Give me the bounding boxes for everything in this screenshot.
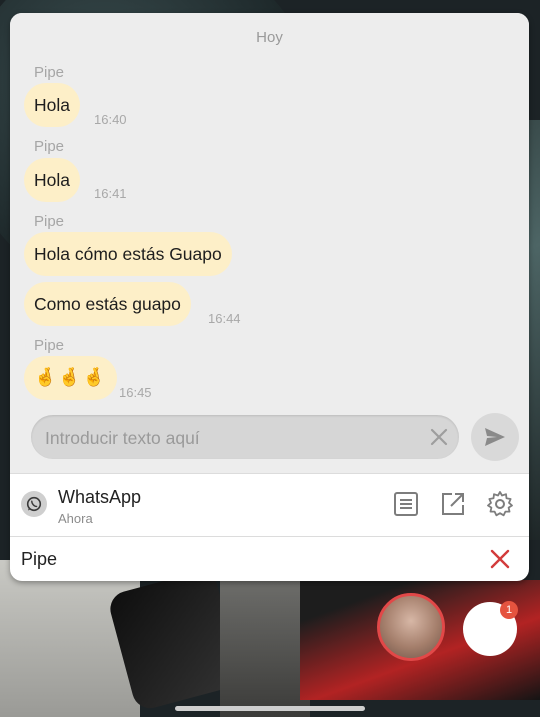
message-time: 16:40 [94, 112, 127, 127]
sender-name: Pipe [34, 64, 65, 81]
unread-badge: 1 [500, 601, 518, 619]
day-separator: Hoy [256, 29, 283, 46]
close-icon[interactable] [489, 548, 511, 570]
whatsapp-notification-popup: Hoy Pipe Hola 16:40 Pipe Hola 16:41 Pipe… [10, 13, 529, 581]
sender-name: Pipe [34, 337, 65, 354]
open-external-icon[interactable] [439, 490, 467, 518]
send-button[interactable] [471, 413, 519, 461]
message-bubble[interactable]: 🤞🤞🤞 [24, 356, 118, 400]
message-bubble[interactable]: Hola [24, 158, 80, 202]
notification-time: Ahora [58, 511, 93, 526]
message-time: 16:44 [208, 311, 241, 326]
whatsapp-icon [21, 491, 47, 517]
send-icon [485, 428, 505, 446]
message-time: 16:45 [119, 385, 152, 400]
reply-target-row: Pipe [10, 537, 529, 581]
document-icon[interactable] [392, 490, 420, 518]
close-icon[interactable] [427, 425, 451, 449]
message-bubble[interactable]: Hola [24, 83, 80, 127]
chat-head-avatar[interactable] [377, 593, 445, 661]
notification-header: WhatsApp Ahora [10, 474, 529, 536]
navigation-handle[interactable] [175, 706, 365, 711]
message-time: 16:41 [94, 186, 127, 201]
sender-name: Pipe [34, 138, 65, 155]
message-bubble[interactable]: Hola cómo estás Guapo [24, 232, 232, 276]
message-bubble[interactable]: Como estás guapo [24, 282, 191, 326]
chat-history: Hoy Pipe Hola 16:40 Pipe Hola 16:41 Pipe… [10, 13, 529, 473]
reply-field[interactable] [31, 415, 459, 461]
contact-name: Pipe [21, 549, 58, 569]
reply-input[interactable] [43, 415, 417, 461]
app-name: WhatsApp [58, 487, 142, 507]
sender-name: Pipe [34, 213, 65, 230]
gear-icon[interactable] [486, 490, 514, 518]
